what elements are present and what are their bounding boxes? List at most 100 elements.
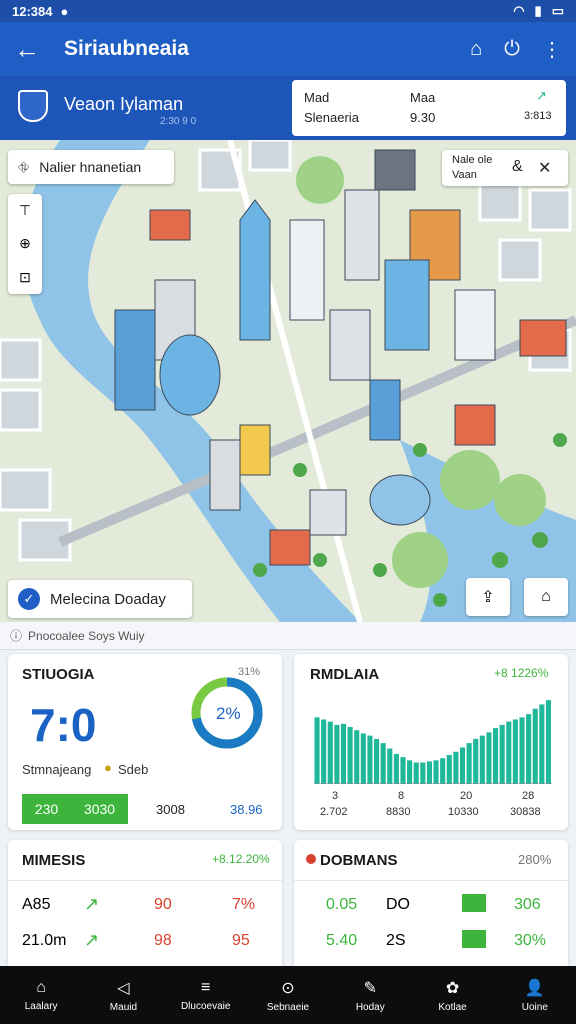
- chart-bar: [545, 700, 551, 784]
- bag-button[interactable]: ⌂: [524, 578, 568, 616]
- nav-item-user[interactable]: 👤 Uoine: [494, 966, 576, 1024]
- chart-bar: [519, 717, 525, 784]
- list-icon: ≡: [201, 978, 211, 996]
- stat-card-3[interactable]: MIMESIS +8.12.20% A85 ↗ 90 7% 21.0m ↗ 98…: [8, 840, 282, 966]
- layers-icon[interactable]: &: [512, 158, 523, 176]
- send-icon: ◁: [117, 979, 130, 997]
- chart-bar: [354, 730, 360, 784]
- chart-bar: [420, 762, 426, 784]
- trend-icon: ↗: [536, 88, 547, 103]
- nav-item-edit[interactable]: ✎ Hoday: [329, 966, 411, 1024]
- status-bar: 12:384 ● ◠ ▮ ▭: [0, 0, 576, 22]
- more-icon[interactable]: ⋮: [542, 37, 562, 62]
- back-arrow-icon[interactable]: ←: [14, 34, 50, 65]
- info-icon: ⓘ: [10, 629, 23, 643]
- user-icon: 👤: [524, 979, 545, 997]
- nav-item-settings[interactable]: ⊙ Sebnaeie: [247, 966, 329, 1024]
- chart-bar: [360, 733, 366, 784]
- page-title: Siriaubneaia: [64, 37, 189, 60]
- mail-icon: [462, 894, 486, 912]
- chart-bar: [433, 760, 439, 784]
- card2-corner: +8 1226%: [494, 666, 549, 680]
- chart-bar: [539, 704, 545, 784]
- card3-r1-c3: 7%: [232, 896, 256, 913]
- chart-bar: [479, 735, 485, 784]
- map-search-box[interactable]: ⛗ Nalier hnanetian: [8, 150, 174, 184]
- legend-line1: Nale ole: [452, 154, 493, 166]
- share-icon: ⇪: [481, 589, 495, 606]
- user-sub: 2:30 9 0: [160, 116, 197, 127]
- chart-bar: [374, 738, 380, 784]
- chart-tick-value: 8830: [386, 806, 411, 818]
- card4-r1-c1: 0.05: [326, 896, 358, 913]
- apps-icon: ✿: [445, 979, 460, 997]
- card4-r2-c3: 30%: [514, 932, 547, 949]
- card1-btn-left: 230: [34, 801, 59, 817]
- card3-corner: +8.12.20%: [212, 852, 270, 866]
- info-card: Mad Slenaeria Maa 9.30 ↗ 3:813: [292, 80, 566, 136]
- city-map[interactable]: [0, 140, 576, 622]
- nav-item-apps[interactable]: ✿ Kotlae: [411, 966, 493, 1024]
- share-button[interactable]: ⇪: [466, 578, 510, 616]
- bag-icon: ⌂: [541, 588, 551, 605]
- card4-r1-c2: DO: [386, 896, 410, 913]
- card3-r2-c1: 21.0m: [22, 932, 67, 949]
- nav-label: Hoday: [355, 1001, 385, 1013]
- chart-bar: [347, 727, 353, 784]
- stat-card-1[interactable]: STIUOGIA 31% 7:0 2% Stmnajeang ● Sdeb 23…: [8, 654, 282, 830]
- legend-line2: Vaan: [452, 169, 477, 181]
- card4-corner: 280%: [518, 852, 552, 867]
- chart-bar: [340, 723, 347, 784]
- camera-icon[interactable]: ⊡: [19, 269, 31, 286]
- info-col1-top: Mad: [304, 90, 330, 105]
- chart-bar: [526, 714, 532, 784]
- nav-item-send[interactable]: ◁ Mauid: [82, 966, 164, 1024]
- home-icon: ⌂: [36, 978, 46, 996]
- measure-button[interactable]: ✓ Melecina Doaday: [8, 580, 192, 618]
- check-icon: ✓: [18, 588, 40, 610]
- locate-icon[interactable]: ⊕: [19, 235, 31, 252]
- user-name: Veaon Iylaman: [64, 94, 184, 114]
- nav-item-list[interactable]: ≡ Dlucoevaie: [165, 966, 247, 1024]
- card1-val-a: 3008: [156, 802, 185, 817]
- measure-tool-icon[interactable]: ⊤: [19, 202, 31, 219]
- stat-card-4[interactable]: DOBMANS 280% 0.05 DO 306 5.40 2S 30%: [294, 840, 568, 966]
- card2-title: RMDLAIA: [310, 666, 380, 683]
- card1-subtitle: Stmnajeang: [22, 762, 92, 777]
- location-icon: ●: [60, 3, 69, 19]
- status-time: 12:384: [12, 3, 53, 19]
- stat-card-2[interactable]: RMDLAIA +8 1226% 3 2.702 8 8830 20 10330 28 308…: [294, 654, 568, 830]
- signal-icon: ▮: [534, 3, 542, 18]
- nav-item-home[interactable]: ⌂ Laalary: [0, 966, 82, 1024]
- measure-label: Melecina Doaday: [50, 590, 166, 608]
- map-legend[interactable]: Nale ole Vaan & ✕: [442, 150, 568, 186]
- home-icon[interactable]: ⌂: [470, 38, 482, 61]
- mail-icon: [462, 930, 486, 948]
- chart-tick-label: 8: [398, 790, 405, 802]
- card4-r1-c3: 306: [514, 896, 541, 913]
- close-icon[interactable]: ✕: [538, 158, 551, 178]
- city-illustration: [0, 140, 576, 622]
- info-col2-top: Maa: [410, 90, 436, 105]
- map-tools: ⊤ ⊕ ⊡: [8, 194, 42, 294]
- card4-r2-c2: 2S: [386, 932, 406, 949]
- chart-bar: [532, 708, 538, 784]
- chart-bar: [400, 757, 406, 784]
- card1-progress-bar: 230 3030: [22, 794, 128, 824]
- bar-chart: [314, 700, 552, 784]
- edit-icon: ✎: [363, 979, 377, 997]
- card1-val-b: 38.96: [230, 802, 263, 817]
- chart-bar: [499, 724, 505, 784]
- chart-tick-label: 20: [460, 790, 473, 802]
- bell-icon: ●: [104, 760, 112, 775]
- nav-label: Sebnaeie: [266, 1001, 310, 1013]
- info-col1-bottom: Slenaeria: [304, 110, 359, 125]
- section-header: ⓘ Pnocoalee Soys Wuiy: [0, 622, 576, 650]
- chart-bar: [407, 760, 413, 784]
- battery-icon: ▭: [551, 3, 564, 18]
- chart-tick-value: 10330: [448, 806, 479, 818]
- chart-bar: [426, 761, 432, 784]
- map-search-label: Nalier hnanetian: [39, 159, 142, 175]
- card1-subtitle-tag: Sdeb: [118, 762, 149, 777]
- power-icon[interactable]: ⏻: [504, 38, 520, 61]
